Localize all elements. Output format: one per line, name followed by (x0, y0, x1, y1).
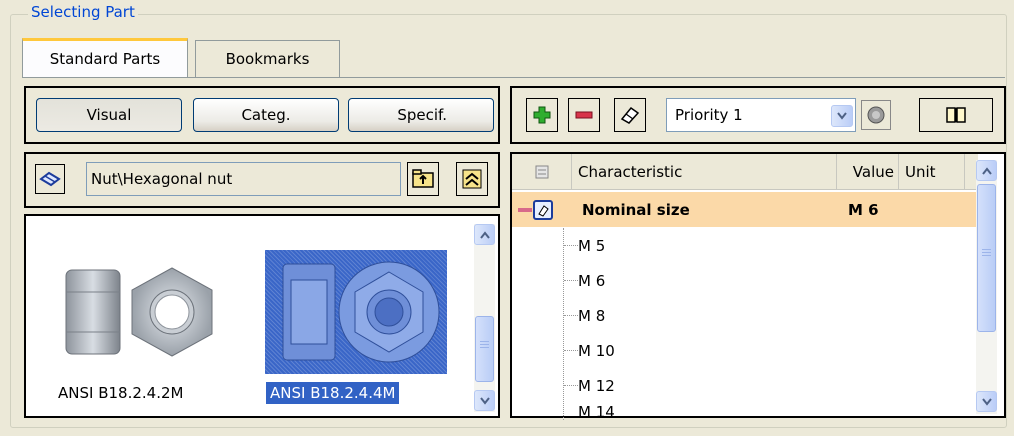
priority-value: Priority 1 (675, 106, 743, 124)
tree-row-child[interactable]: M 8 (512, 298, 978, 333)
tree-row-child[interactable]: M 6 (512, 263, 978, 298)
diamond-icon (39, 171, 61, 187)
eraser-path-button[interactable] (35, 164, 65, 194)
header-characteristic[interactable]: Characteristic (572, 154, 837, 190)
tree-branch (564, 280, 578, 281)
grid-scroll-up[interactable] (976, 160, 997, 181)
group-title: Selecting Part (28, 3, 138, 21)
chevron-down-icon (837, 112, 847, 120)
part-caption-4m: ANSI B18.2.4.4M (266, 382, 400, 404)
tree-row-child[interactable]: M 5 (512, 228, 978, 263)
categ-button[interactable]: Categ. (193, 98, 339, 132)
priority-dropdown-button[interactable] (831, 105, 853, 127)
clear-button[interactable] (614, 98, 646, 132)
book-icon (946, 107, 966, 123)
list-icon (535, 165, 548, 179)
eraser-icon (620, 106, 640, 124)
flanged-nut-image (282, 261, 440, 363)
specif-button[interactable]: Specif. (348, 98, 494, 132)
double-chevron-up-icon (462, 169, 482, 189)
child-label: M 8 (578, 306, 606, 325)
folder-up-icon (412, 169, 434, 188)
chevron-down-icon (981, 397, 992, 406)
hex-nut-image (65, 267, 213, 357)
part-thumbnail-4m-selected[interactable] (265, 250, 447, 374)
part-caption-2m: ANSI B18.2.4.2M (58, 384, 184, 402)
plus-icon (533, 106, 551, 124)
tree-branch (564, 385, 578, 386)
priority-select[interactable]: Priority 1 (666, 98, 856, 132)
child-label: M 12 (578, 376, 615, 395)
grid-scroll-thumb[interactable] (977, 184, 996, 332)
chevron-down-icon (479, 396, 490, 405)
child-label: M 6 (578, 271, 606, 290)
gallery-scroll-down[interactable] (474, 390, 495, 411)
minus-icon (575, 111, 593, 119)
remove-button[interactable] (568, 98, 600, 132)
characteristics-grid: Characteristic Value Unit Nominal size M… (510, 152, 1006, 420)
tab-underline (22, 77, 1005, 78)
add-button[interactable] (526, 98, 558, 132)
grid-scroll-down[interactable] (976, 391, 997, 412)
chevron-up-icon (981, 166, 992, 175)
tree-row-nominal-size[interactable]: Nominal size M 6 (512, 192, 978, 227)
folder-up-button[interactable] (407, 162, 439, 196)
path-field[interactable]: Nut\Hexagonal nut (86, 162, 401, 196)
tree-row-child-partial[interactable]: M 14 (512, 403, 978, 416)
tree-branch (564, 350, 578, 351)
filter-button[interactable] (861, 100, 891, 130)
tab-standard-parts-label: Standard Parts (49, 50, 161, 68)
tab-bookmarks-label: Bookmarks (225, 50, 310, 68)
globe-icon (867, 106, 885, 124)
gallery-scroll-thumb[interactable] (475, 316, 494, 382)
gallery-scrollbar[interactable] (474, 224, 495, 412)
header-icon-cell (512, 154, 572, 190)
part-thumbnail-2m[interactable] (62, 262, 222, 362)
grid-scrollbar[interactable] (976, 160, 997, 414)
tree-branch (564, 315, 578, 316)
child-label: M 10 (578, 341, 615, 360)
path-value: Nut\Hexagonal nut (91, 170, 233, 188)
collapse-node-icon (518, 200, 553, 220)
collapse-button[interactable] (456, 162, 488, 196)
nominal-size-label: Nominal size (582, 200, 690, 219)
nominal-size-value: M 6 (848, 200, 879, 219)
tab-bookmarks[interactable]: Bookmarks (195, 40, 340, 77)
tree-row-child[interactable]: M 10 (512, 333, 978, 368)
child-label: M 14 (578, 403, 615, 416)
tab-standard-parts[interactable]: Standard Parts (22, 38, 188, 77)
gallery-scroll-up[interactable] (474, 224, 495, 245)
tree-branch (564, 245, 578, 246)
header-value[interactable]: Value (837, 154, 899, 190)
book-button[interactable] (919, 98, 993, 132)
chevron-up-icon (479, 230, 490, 239)
header-unit[interactable]: Unit (899, 154, 965, 190)
child-label: M 5 (578, 236, 606, 255)
visual-button[interactable]: Visual (36, 98, 182, 132)
tree-row-child[interactable]: M 12 (512, 368, 978, 403)
